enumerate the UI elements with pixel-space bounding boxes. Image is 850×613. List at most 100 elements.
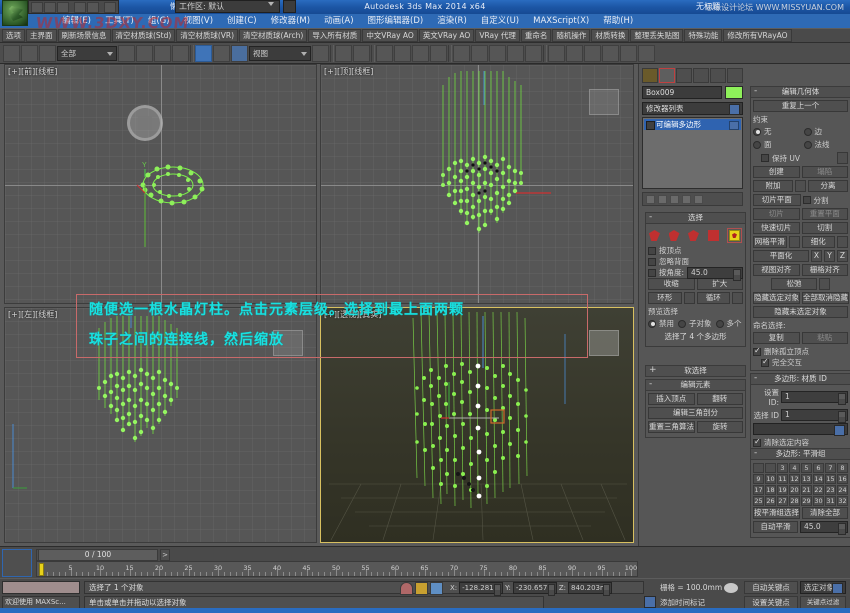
make-planar-button[interactable]: 平面化	[753, 250, 809, 262]
attach-settings-button[interactable]	[795, 180, 806, 192]
cut-button[interactable]: 切割	[802, 222, 849, 234]
constraint-face-radio[interactable]: 面	[753, 139, 798, 150]
object-color-swatch[interactable]	[725, 86, 743, 99]
coord-x-field[interactable]: -128.281m	[459, 582, 503, 594]
detach-button[interactable]: 分离	[808, 180, 848, 192]
project-folder-icon[interactable]	[104, 2, 116, 13]
smoothing-group-cell-11[interactable]: 11	[777, 474, 788, 484]
script-button-7[interactable]: 中文VRay AO	[362, 29, 418, 42]
time-slider[interactable]: 0 / 100	[38, 549, 158, 561]
edit-triangulation-button[interactable]: 编辑三角剖分	[648, 407, 743, 419]
new-file-icon[interactable]	[31, 2, 43, 13]
clear-selection-box[interactable]	[753, 439, 761, 447]
schematic-view-icon[interactable]	[525, 45, 542, 62]
smoothing-group-cell-9[interactable]: 9	[753, 474, 764, 484]
full-interactivity-checkbox[interactable]: 完全交互	[753, 357, 848, 368]
smoothing-group-cell-14[interactable]: 14	[813, 474, 824, 484]
rollout-poly-smoothing-header[interactable]: 多边形: 平滑组	[750, 448, 850, 460]
smoothing-group-cell-15[interactable]: 15	[825, 474, 836, 484]
attach-button[interactable]: 附加	[753, 180, 793, 192]
activeshade-icon[interactable]	[638, 45, 655, 62]
absolute-relative-mode-icon[interactable]	[430, 582, 443, 595]
constraint-normal-dot[interactable]	[804, 141, 812, 149]
utilities-tab[interactable]	[727, 68, 743, 83]
script-button-15[interactable]: 修改所有VRayAO	[723, 29, 791, 42]
menu-item-8[interactable]: 渲染(R)	[430, 14, 474, 28]
rollout-soft-selection-header[interactable]: 软选择	[645, 365, 746, 377]
selection-lock-icon[interactable]	[415, 582, 428, 595]
workspace-selector[interactable]: 工作区: 默认	[175, 0, 280, 13]
script-button-5[interactable]: 清空材质球(Arch)	[239, 29, 307, 42]
rendered-frame-icon[interactable]	[584, 45, 601, 62]
smoothing-group-cell-6[interactable]: 6	[813, 463, 824, 473]
element-subobject-icon[interactable]	[729, 230, 740, 241]
show-end-result-icon[interactable]	[658, 195, 667, 204]
smoothing-group-cell-32[interactable]: 32	[837, 496, 848, 506]
modifier-stack-item[interactable]: 可编辑多边形	[644, 119, 741, 130]
by-angle-checkbox[interactable]: 按角度: 45.0	[648, 267, 743, 278]
select-and-move-icon[interactable]	[195, 45, 212, 62]
snaps-toggle-icon[interactable]	[335, 45, 352, 62]
grid-align-button[interactable]: 栅格对齐	[802, 264, 849, 276]
rollout-edit-elements-header[interactable]: 编辑元素	[645, 379, 746, 391]
smoothing-group-cell-5[interactable]: 5	[801, 463, 812, 473]
menu-item-7[interactable]: 图形编辑器(D)	[361, 14, 431, 28]
retriangulate-button[interactable]: 重置三角算法	[648, 421, 695, 433]
viewport-top[interactable]: [+][顶][线框]	[320, 64, 634, 304]
auto-key-button[interactable]: 自动关键点	[744, 581, 798, 594]
percent-snap-icon[interactable]	[376, 45, 393, 62]
border-subobject-icon[interactable]	[688, 230, 699, 241]
select-and-rotate-icon[interactable]	[213, 45, 230, 62]
msmooth-button[interactable]: 网格平滑	[753, 236, 787, 248]
smoothing-group-cell-29[interactable]: 29	[801, 496, 812, 506]
preview-subobj-radio[interactable]: 子对象	[678, 318, 712, 329]
create-button[interactable]: 创建	[753, 166, 800, 178]
reference-coord-combo[interactable]: 视图	[249, 46, 311, 61]
relax-button[interactable]: 松弛	[771, 278, 817, 290]
reset-plane-button[interactable]: 重置平面	[802, 208, 849, 220]
smoothing-group-cell-22[interactable]: 22	[813, 485, 824, 495]
constraint-edge-radio[interactable]: 边	[804, 126, 849, 137]
smoothing-group-cell-20[interactable]: 20	[789, 485, 800, 495]
by-angle-checkbox-box[interactable]	[648, 269, 656, 277]
smoothing-group-cell-1[interactable]	[753, 463, 764, 473]
track-bar[interactable]: 5101520253035404550556065707580859095100	[36, 561, 638, 577]
smoothing-group-cell-13[interactable]: 13	[801, 474, 812, 484]
tessellate-settings-button[interactable]	[837, 236, 848, 248]
constraint-none-dot[interactable]	[753, 128, 761, 136]
split-checkbox[interactable]: 分割	[803, 195, 849, 206]
preserve-uv-box[interactable]	[761, 154, 769, 162]
key-mode-toggle-icon[interactable]	[724, 583, 738, 593]
maxscript-mini-listener[interactable]	[2, 581, 80, 594]
selection-lock-pin-icon[interactable]	[400, 582, 413, 595]
modify-tab[interactable]	[659, 68, 675, 83]
insert-vertex-button[interactable]: 插入顶点	[648, 393, 695, 405]
constraint-face-dot[interactable]	[753, 141, 761, 149]
script-button-0[interactable]: 选项	[2, 29, 25, 42]
smoothing-group-cell-19[interactable]: 19	[777, 485, 788, 495]
bind-space-warp-icon[interactable]	[39, 45, 56, 62]
smoothing-group-cell-24[interactable]: 24	[837, 485, 848, 495]
material-name-dropdown[interactable]	[753, 423, 848, 435]
collapse-button[interactable]: 塌陷	[802, 166, 849, 178]
layer-manager-icon[interactable]	[471, 45, 488, 62]
ring-button[interactable]: 环形	[648, 292, 682, 304]
msmooth-settings-button[interactable]	[789, 236, 800, 248]
ignore-backfacing-checkbox[interactable]: 忽略背面	[648, 256, 743, 267]
select-by-name-icon[interactable]	[136, 45, 153, 62]
planar-y-button[interactable]: Y	[824, 250, 835, 262]
delete-isolated-box[interactable]	[753, 348, 761, 356]
graphite-tools-icon[interactable]	[489, 45, 506, 62]
constraint-edge-dot[interactable]	[804, 128, 812, 136]
full-interactivity-box[interactable]	[761, 359, 769, 367]
edge-subobject-icon[interactable]	[669, 230, 680, 241]
by-vertex-checkbox-box[interactable]	[648, 247, 656, 255]
smoothing-group-cell-12[interactable]: 12	[789, 474, 800, 484]
set-id-spinner[interactable]: 1	[781, 391, 848, 403]
selection-filter-combo[interactable]: 全部	[57, 46, 117, 61]
smoothing-group-cell-26[interactable]: 26	[765, 496, 776, 506]
render-iterative-icon[interactable]	[620, 45, 637, 62]
coord-y-field[interactable]: -230.657m	[513, 582, 557, 594]
unlink-icon[interactable]	[21, 45, 38, 62]
rollout-edit-geometry-header[interactable]: 编辑几何体	[750, 86, 850, 98]
